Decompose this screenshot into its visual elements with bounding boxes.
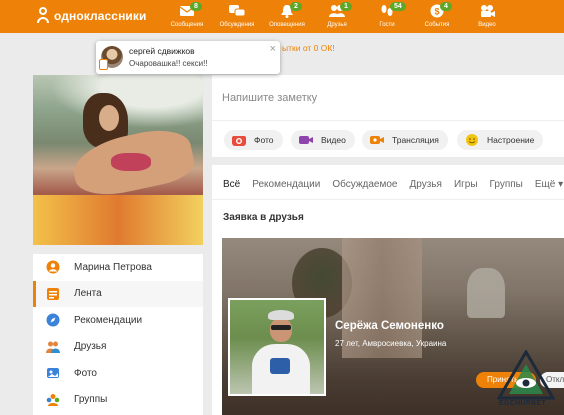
friends-icon: [46, 341, 60, 353]
nav-label: Обсуждения: [219, 22, 255, 28]
menu-label: Группы: [74, 394, 108, 406]
photo-button[interactable]: Фото: [224, 130, 283, 150]
broadcast-icon: [370, 136, 384, 144]
menu-label: Друзья: [74, 341, 107, 353]
top-bar: одноклассники Сообщения 8 Обсуждения Опо…: [0, 0, 564, 33]
menu-item-friends[interactable]: Друзья: [33, 334, 203, 361]
note-input[interactable]: Напишите заметку: [222, 92, 317, 104]
nav-badge: 2: [290, 2, 302, 11]
video-icon: [299, 136, 313, 144]
divider: [212, 120, 564, 121]
nav-friends[interactable]: Друзья 1: [312, 0, 362, 33]
nav-label: Гости: [379, 22, 395, 28]
nav-video[interactable]: Видео: [462, 0, 512, 33]
nav-badge: 4: [440, 2, 452, 11]
tab-recommendations[interactable]: Рекомендации: [252, 179, 320, 190]
requester-avatar[interactable]: [228, 298, 326, 396]
nav-label: События: [424, 22, 450, 28]
compass-icon: [46, 313, 60, 327]
requester-info: 27 лет, Амвросиевка, Украина: [335, 339, 447, 348]
note-composer: Напишите заметку Фото Видео Трансляция Н…: [212, 75, 564, 157]
menu-item-feed[interactable]: Лента: [33, 280, 203, 307]
watermark-text: EGCHURBET: [499, 400, 547, 407]
smile-icon: [466, 134, 478, 146]
menu-item-groups[interactable]: Группы: [33, 387, 203, 414]
message-notification-popup[interactable]: сергей сдвижков Очаровашка!! секси!! ×: [96, 41, 280, 74]
nav-label: Видео: [478, 22, 496, 28]
tab-discussed[interactable]: Обсуждаемое: [332, 179, 397, 190]
nav-label: Друзья: [327, 22, 347, 28]
divider: [212, 199, 564, 200]
tab-groups[interactable]: Группы: [490, 179, 523, 190]
main-nav: Сообщения 8 Обсуждения Оповещения 2 Друз…: [162, 0, 512, 33]
chat-icon: [229, 5, 245, 17]
feed-icon: [47, 287, 59, 300]
camera-icon: [232, 136, 246, 146]
watermark-logo: EGCHURBET: [496, 349, 556, 412]
nav-discussions[interactable]: Обсуждения: [212, 0, 262, 33]
logo-text: одноклассники: [54, 9, 147, 23]
menu-label: Марина Петрова: [74, 261, 152, 273]
nav-notifications[interactable]: Оповещения 2: [262, 0, 312, 33]
photo-icon: [47, 368, 59, 379]
mood-button[interactable]: Настроение: [457, 130, 544, 150]
broadcast-button[interactable]: Трансляция: [362, 130, 448, 150]
menu-label: Рекомендации: [74, 314, 143, 326]
promo-link[interactable]: ытки от 0 ОК!: [282, 43, 335, 53]
nav-label: Сообщения: [170, 22, 204, 28]
video-camera-icon: [481, 5, 495, 17]
left-menu: Марина Петрова Лента Рекомендации Друзья…: [33, 254, 203, 415]
photo-label: Фото: [254, 135, 274, 145]
close-icon[interactable]: ×: [270, 43, 276, 55]
menu-label: Фото: [74, 367, 97, 379]
nav-badge: 8: [190, 2, 202, 11]
sender-name[interactable]: сергей сдвижков: [129, 46, 195, 56]
menu-item-profile[interactable]: Марина Петрова: [33, 254, 203, 281]
nav-label: Оповещения: [269, 22, 305, 28]
profile-photo[interactable]: [33, 75, 203, 245]
nav-messages[interactable]: Сообщения 8: [162, 0, 212, 33]
nav-guests[interactable]: Гости 54: [362, 0, 412, 33]
tab-games[interactable]: Игры: [454, 179, 478, 190]
message-preview: Очаровашка!! секси!!: [129, 59, 208, 68]
nav-events[interactable]: $ События 4: [412, 0, 462, 33]
logo[interactable]: одноклассники: [36, 7, 146, 25]
tab-friends[interactable]: Друзья: [410, 179, 442, 190]
user-icon: [46, 260, 60, 274]
menu-item-photos[interactable]: Фото: [33, 360, 203, 387]
menu-item-recommendations[interactable]: Рекомендации: [33, 307, 203, 334]
video-button[interactable]: Видео: [291, 130, 355, 150]
mood-label: Настроение: [487, 135, 535, 145]
groups-icon: [46, 393, 60, 406]
video-label: Видео: [321, 135, 346, 145]
eye-triangle-icon: [496, 349, 556, 400]
menu-label: Лента: [74, 288, 102, 300]
feed-tabs: Всё Рекомендации Обсуждаемое Друзья Игры…: [223, 179, 563, 190]
message-icon: [99, 59, 108, 70]
svg-text:$: $: [434, 7, 439, 17]
nav-badge: 54: [390, 2, 406, 11]
tab-all[interactable]: Всё: [223, 179, 240, 190]
tab-more[interactable]: Ещё ▾: [535, 179, 563, 190]
section-title: Заявка в друзья: [223, 212, 304, 223]
ok-logo-icon: [36, 7, 50, 25]
nav-badge: 1: [340, 2, 352, 11]
requester-name[interactable]: Серёжа Семоненко: [335, 320, 444, 332]
broadcast-label: Трансляция: [392, 135, 439, 145]
